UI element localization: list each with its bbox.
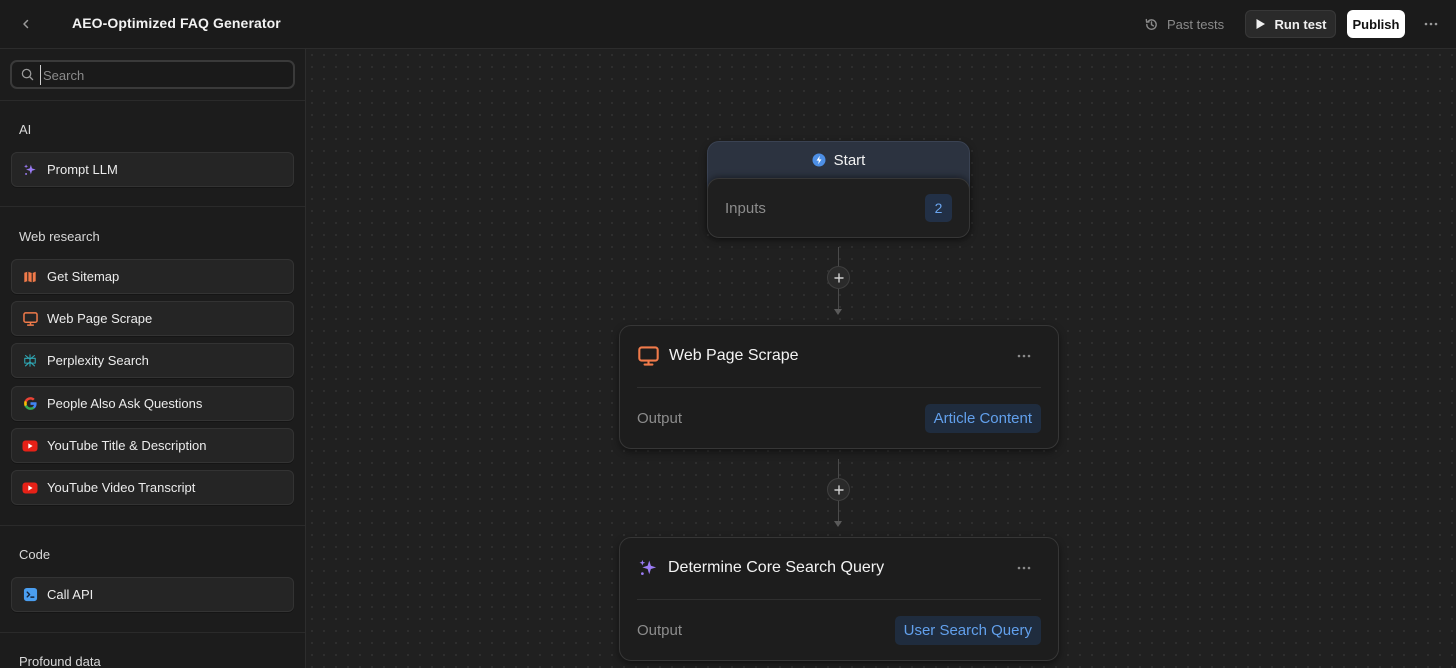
map-icon: [22, 269, 38, 285]
more-horizontal-icon: [1017, 354, 1031, 358]
tool-item-label: YouTube Title & Description: [47, 438, 207, 453]
back-button[interactable]: [14, 12, 38, 36]
divider: [637, 387, 1041, 388]
sidebar: AI Prompt LLM Web research Get Sitemap: [0, 49, 306, 668]
output-variable-badge[interactable]: Article Content: [924, 404, 1041, 433]
past-tests-label: Past tests: [1167, 16, 1225, 32]
arrow-down-icon: [834, 309, 842, 315]
tool-item-call-api[interactable]: Call API: [11, 577, 294, 612]
chevron-left-icon: [23, 19, 29, 29]
edge-line: [838, 289, 839, 309]
node-header: Determine Core Search Query: [638, 557, 884, 579]
edge-line: [838, 459, 839, 480]
page-title: AEO-Optimized FAQ Generator: [72, 15, 281, 31]
start-node[interactable]: Start Inputs 2: [707, 141, 970, 238]
search-icon: [21, 68, 34, 81]
google-icon: [22, 396, 38, 412]
search-input[interactable]: [40, 65, 285, 85]
lightning-icon: [812, 153, 826, 167]
tool-item-label: YouTube Video Transcript: [47, 480, 196, 495]
node-more-button[interactable]: [1014, 346, 1034, 366]
start-node-body: Inputs 2: [707, 178, 970, 238]
tool-item-youtube-video-transcript[interactable]: YouTube Video Transcript: [11, 470, 294, 505]
more-horizontal-icon: [1017, 566, 1031, 570]
run-test-label: Run test: [1274, 16, 1327, 32]
add-step-button[interactable]: [827, 478, 850, 501]
tool-item-people-also-ask[interactable]: People Also Ask Questions: [11, 386, 294, 421]
tool-item-label: Perplexity Search: [47, 353, 149, 368]
section-label-web-research: Web research: [19, 229, 100, 244]
publish-button[interactable]: Publish: [1347, 10, 1405, 38]
more-options-button[interactable]: [1419, 12, 1443, 36]
plus-icon: [833, 272, 844, 283]
play-icon: [1256, 19, 1265, 29]
divider: [0, 525, 305, 526]
monitor-icon: [22, 311, 38, 327]
node-title: Web Page Scrape: [669, 347, 799, 364]
add-step-button[interactable]: [827, 266, 850, 289]
node-header: Web Page Scrape: [638, 345, 799, 367]
more-horizontal-icon: [1424, 22, 1438, 26]
node-title: Determine Core Search Query: [668, 559, 885, 576]
output-label: Output: [637, 410, 683, 427]
edge-line: [838, 501, 839, 521]
run-test-button[interactable]: Run test: [1245, 10, 1336, 38]
section-label-ai: AI: [19, 122, 32, 137]
tool-item-label: Prompt LLM: [47, 162, 118, 177]
tool-item-label: Get Sitemap: [47, 269, 120, 284]
section-label-code: Code: [19, 547, 51, 562]
tool-item-label: People Also Ask Questions: [47, 396, 203, 411]
tool-item-youtube-title-description[interactable]: YouTube Title & Description: [11, 428, 294, 463]
history-icon: [1145, 18, 1157, 30]
start-node-title: Start: [833, 151, 866, 169]
tool-item-perplexity-search[interactable]: Perplexity Search: [11, 343, 294, 378]
youtube-icon: [22, 438, 38, 454]
workflow-node-web-page-scrape[interactable]: Web Page Scrape Output Article Content: [619, 325, 1059, 449]
sparkle-icon: [22, 162, 38, 178]
output-label: Output: [637, 622, 683, 639]
monitor-icon: [638, 346, 659, 366]
start-node-header: Start: [708, 142, 969, 178]
divider: [0, 206, 305, 207]
output-variable-badge[interactable]: User Search Query: [894, 616, 1041, 645]
inputs-count-badge[interactable]: 2: [925, 194, 952, 222]
divider: [0, 632, 305, 633]
sparkle-icon: [639, 559, 657, 575]
tool-item-prompt-llm[interactable]: Prompt LLM: [11, 152, 294, 187]
section-label-profound-data: Profound data: [19, 654, 101, 668]
tool-item-label: Web Page Scrape: [47, 311, 153, 326]
tool-item-label: Call API: [47, 587, 94, 602]
top-bar: AEO-Optimized FAQ Generator Past tests R…: [0, 0, 1456, 49]
perplexity-icon: [22, 353, 38, 369]
arrow-down-icon: [834, 521, 842, 527]
workflow-node-determine-core-search-query[interactable]: Determine Core Search Query Output User …: [619, 537, 1059, 661]
search-box: [10, 60, 295, 89]
node-more-button[interactable]: [1014, 558, 1034, 578]
youtube-icon: [22, 480, 38, 496]
divider: [637, 599, 1041, 600]
terminal-icon: [22, 587, 38, 603]
past-tests-button[interactable]: Past tests: [1144, 14, 1224, 34]
workflow-canvas[interactable]: Start Inputs 2 Web Page Scrape Output Ar…: [306, 49, 1456, 668]
tool-item-web-page-scrape[interactable]: Web Page Scrape: [11, 301, 294, 336]
divider: [0, 100, 305, 101]
plus-icon: [833, 484, 844, 495]
tool-item-get-sitemap[interactable]: Get Sitemap: [11, 259, 294, 294]
inputs-label: Inputs: [725, 200, 766, 217]
